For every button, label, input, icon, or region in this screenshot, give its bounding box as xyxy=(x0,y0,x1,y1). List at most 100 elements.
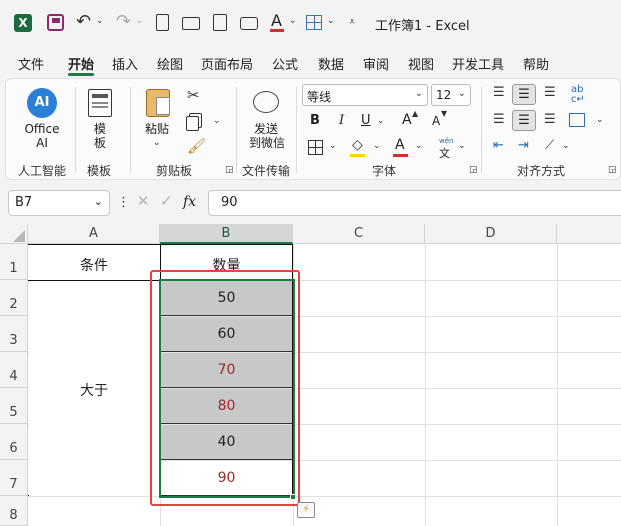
tab-formulas[interactable]: 公式 xyxy=(272,54,298,73)
align-middle-button[interactable]: ☰ xyxy=(512,84,536,105)
decrease-indent-icon[interactable]: ⇤ xyxy=(493,139,504,152)
increase-indent-icon[interactable]: ⇥ xyxy=(518,139,529,152)
merge-dropdown-icon[interactable]: ⌄ xyxy=(596,116,604,125)
confirm-entry-icon[interactable]: ✓ xyxy=(160,194,173,209)
cancel-entry-icon[interactable]: ✕ xyxy=(137,194,150,209)
italic-button[interactable]: I xyxy=(339,113,344,128)
font-launcher-icon[interactable]: ◲ xyxy=(469,166,478,175)
quick-analysis-icon[interactable]: ⚡ xyxy=(297,502,315,518)
office-ai-label-line1[interactable]: Office xyxy=(18,122,66,136)
redo-dropdown-icon[interactable]: ⌄ xyxy=(136,17,144,26)
align-launcher-icon[interactable]: ◲ xyxy=(608,166,617,175)
bold-button[interactable]: B xyxy=(310,113,320,128)
row-header-8[interactable]: 8 xyxy=(0,496,28,526)
column-header-e[interactable] xyxy=(557,224,621,244)
align-left-icon[interactable]: ☰ xyxy=(493,113,505,126)
template-icon[interactable] xyxy=(88,89,112,117)
group-label-clipboard: 剪贴板 xyxy=(156,164,193,178)
row-header-3[interactable]: 3 xyxy=(0,316,28,352)
new-file-icon[interactable] xyxy=(156,14,169,31)
phonetic-guide-button[interactable]: 文 xyxy=(439,145,450,161)
redo-icon[interactable]: ↷ xyxy=(116,13,131,31)
tab-draw[interactable]: 绘图 xyxy=(157,54,183,73)
undo-dropdown-icon[interactable]: ⌄ xyxy=(96,17,104,26)
column-header-d[interactable]: D xyxy=(425,224,557,244)
merge-center-icon[interactable] xyxy=(569,113,585,127)
borders-quick-icon[interactable] xyxy=(306,15,322,30)
wechat-send-label-line1[interactable]: 发送 xyxy=(244,122,288,136)
font-color-quick-dropdown-icon[interactable]: ⌄ xyxy=(289,17,297,26)
row-header-6[interactable]: 6 xyxy=(0,424,28,460)
chevron-down-icon[interactable]: ⌄ xyxy=(94,195,103,208)
format-painter-icon[interactable]: 🖌 xyxy=(187,139,206,154)
paste-label[interactable]: 粘贴 xyxy=(140,122,174,136)
align-bottom-icon[interactable]: ☰ xyxy=(544,86,556,99)
print-icon[interactable] xyxy=(240,17,258,30)
fill-color-dropdown-icon[interactable]: ⌄ xyxy=(373,142,381,151)
borders-icon[interactable] xyxy=(308,140,323,155)
tab-help[interactable]: 帮助 xyxy=(523,54,549,73)
tab-review[interactable]: 审阅 xyxy=(363,54,389,73)
font-family-select[interactable]: 等线 ⌄ xyxy=(302,84,428,106)
align-center-button[interactable]: ☰ xyxy=(512,110,536,131)
align-top-icon[interactable]: ☰ xyxy=(493,86,505,99)
font-color-button[interactable]: A xyxy=(395,137,405,153)
clipboard-launcher-icon[interactable]: ◲ xyxy=(225,166,234,175)
phonetic-dropdown-icon[interactable]: ⌄ xyxy=(458,142,466,151)
tab-file[interactable]: 文件 xyxy=(18,54,44,73)
open-folder-icon[interactable] xyxy=(182,17,200,30)
gridline xyxy=(425,244,426,526)
borders-quick-dropdown-icon[interactable]: ⌄ xyxy=(327,17,335,26)
copy-dropdown-icon[interactable]: ⌄ xyxy=(213,117,221,126)
underline-button[interactable]: U xyxy=(361,113,371,128)
formula-input[interactable]: 90 xyxy=(208,190,621,216)
tab-developer[interactable]: 开发工具 xyxy=(452,54,504,73)
row-header-4[interactable]: 4 xyxy=(0,352,28,388)
tab-page-layout[interactable]: 页面布局 xyxy=(201,54,253,73)
paste-icon[interactable] xyxy=(146,89,170,117)
copy-icon[interactable] xyxy=(186,116,199,131)
worksheet-grid[interactable]: A B C D 1 2 3 4 5 6 7 8 条件 数量 大于 50 60 70 8… xyxy=(0,224,621,526)
underline-dropdown-icon[interactable]: ⌄ xyxy=(377,117,385,126)
name-box[interactable]: B7 ⌄ xyxy=(8,190,110,216)
column-header-b[interactable]: B xyxy=(160,224,293,244)
orientation-icon[interactable]: ⟋ xyxy=(545,139,554,152)
font-color-quick-icon[interactable]: A xyxy=(271,11,282,30)
tab-data[interactable]: 数据 xyxy=(318,54,344,73)
chevron-down-icon: ⌄ xyxy=(414,88,423,99)
print-preview-icon[interactable] xyxy=(213,14,227,31)
column-header-a[interactable]: A xyxy=(28,224,160,244)
tab-view[interactable]: 视图 xyxy=(408,54,434,73)
paste-dropdown-icon[interactable]: ⌄ xyxy=(153,139,161,148)
font-size-select[interactable]: 12 ⌄ xyxy=(431,84,471,106)
borders-dropdown-icon[interactable]: ⌄ xyxy=(329,142,337,151)
orientation-dropdown-icon[interactable]: ⌄ xyxy=(562,142,570,151)
cut-icon[interactable]: ✂ xyxy=(187,88,200,103)
fill-color-icon[interactable]: ◇ xyxy=(352,138,363,152)
office-ai-label-line2[interactable]: AI xyxy=(18,136,66,150)
more-options-icon[interactable]: ⋮ xyxy=(117,196,130,209)
template-label-line1[interactable]: 模 xyxy=(82,122,118,136)
office-ai-icon[interactable]: AI xyxy=(27,88,57,118)
row-header-2[interactable]: 2 xyxy=(0,280,28,316)
grow-font-button[interactable]: A xyxy=(402,112,412,128)
tab-home[interactable]: 开始 xyxy=(68,54,94,73)
undo-icon[interactable]: ↶ xyxy=(76,13,91,31)
cell-a1[interactable]: 条件 xyxy=(28,255,160,275)
phonetic-guide-top[interactable]: wén xyxy=(439,137,453,145)
insert-function-button[interactable]: fx xyxy=(183,194,196,210)
customize-toolbar-icon[interactable]: ⩡ xyxy=(349,16,355,27)
row-header-7[interactable]: 7 xyxy=(0,460,28,496)
wechat-send-icon[interactable] xyxy=(253,91,279,113)
align-right-icon[interactable]: ☰ xyxy=(544,113,556,126)
row-header-1[interactable]: 1 xyxy=(0,244,28,280)
save-icon[interactable] xyxy=(47,14,64,31)
row-header-5[interactable]: 5 xyxy=(0,388,28,424)
template-label-line2[interactable]: 板 xyxy=(82,136,118,150)
wrap-text-icon[interactable]: ab c↵ xyxy=(571,85,585,105)
shrink-font-button[interactable]: A xyxy=(432,114,440,128)
tab-insert[interactable]: 插入 xyxy=(112,54,138,73)
column-header-c[interactable]: C xyxy=(293,224,425,244)
font-color-dropdown-icon[interactable]: ⌄ xyxy=(415,142,423,151)
wechat-send-label-line2[interactable]: 到微信 xyxy=(244,136,290,150)
